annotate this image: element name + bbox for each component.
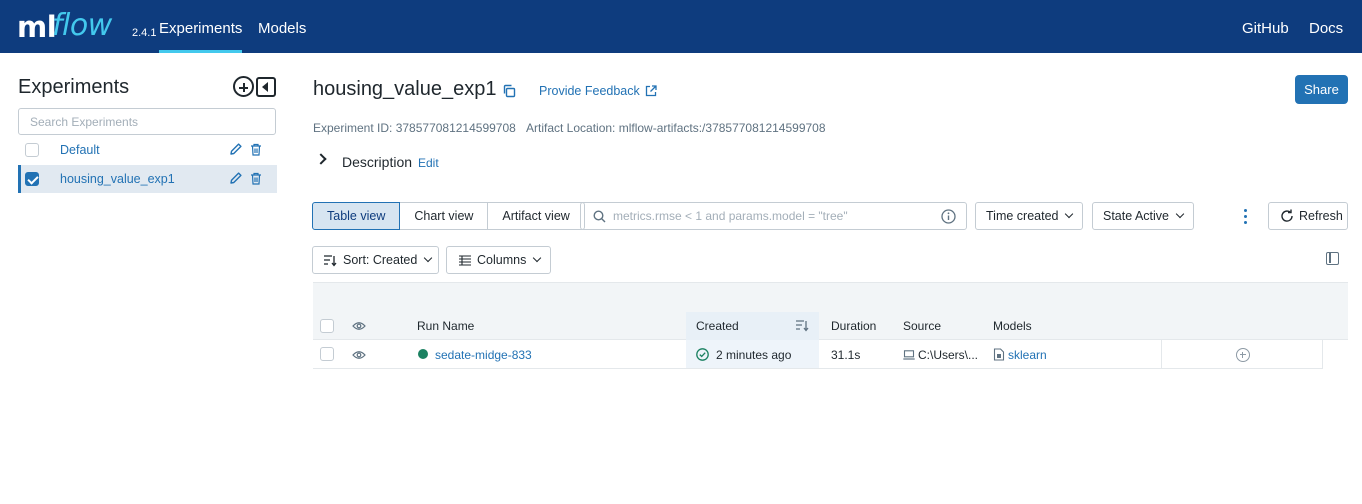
state-dropdown[interactable]: State Active bbox=[1092, 202, 1195, 230]
top-nav-bar: ml flow 2.4.1 Experiments Models GitHub … bbox=[0, 0, 1362, 53]
logo-ml-text: ml bbox=[17, 10, 57, 44]
sidebar-title: Experiments bbox=[18, 76, 130, 98]
info-icon[interactable] bbox=[941, 209, 956, 224]
sort-dropdown[interactable]: Sort: Created bbox=[312, 246, 439, 274]
laptop-icon bbox=[903, 350, 915, 360]
column-divider bbox=[1322, 340, 1323, 369]
description-edit-link[interactable]: Edit bbox=[418, 156, 439, 170]
model-icon bbox=[993, 348, 1005, 361]
sidebar-actions bbox=[233, 76, 276, 98]
refresh-icon bbox=[1281, 209, 1293, 222]
chevron-down-icon bbox=[1175, 209, 1185, 219]
chevron-down-icon bbox=[424, 253, 433, 263]
sort-label: Sort: Created bbox=[343, 253, 418, 267]
description-toggle[interactable]: Description bbox=[342, 154, 412, 170]
table-group-header bbox=[313, 282, 1348, 312]
search-experiments-input[interactable] bbox=[18, 108, 276, 135]
runs-search-box bbox=[580, 202, 967, 230]
feedback-label[interactable]: Provide Feedback bbox=[539, 84, 640, 98]
header-models[interactable]: Models bbox=[993, 319, 1032, 333]
experiment-item-default[interactable]: Default bbox=[18, 136, 277, 164]
experiment-title: housing_value_exp1 bbox=[313, 78, 497, 100]
side-panel-icon[interactable] bbox=[1326, 252, 1339, 265]
chevron-right-icon[interactable] bbox=[315, 153, 327, 165]
eye-icon[interactable] bbox=[352, 321, 366, 331]
column-divider bbox=[1161, 340, 1162, 369]
nav-docs[interactable]: Docs bbox=[1309, 0, 1343, 53]
select-all-checkbox[interactable] bbox=[320, 319, 334, 333]
source-value: C:\Users\... bbox=[918, 348, 979, 362]
search-icon bbox=[593, 210, 606, 223]
run-name-link[interactable]: sedate-midge-833 bbox=[435, 348, 532, 362]
trash-icon[interactable] bbox=[250, 143, 262, 156]
header-created[interactable]: Created bbox=[696, 319, 739, 333]
sort-descending-icon[interactable] bbox=[795, 319, 809, 332]
chevron-down-icon bbox=[533, 253, 542, 263]
tab-chart-view[interactable]: Chart view bbox=[399, 202, 489, 230]
header-run-name[interactable]: Run Name bbox=[417, 319, 474, 333]
create-experiment-icon[interactable] bbox=[233, 76, 254, 97]
experiment-item-housing-value-exp1[interactable]: housing_value_exp1 bbox=[18, 165, 277, 193]
time-created-dropdown[interactable]: Time created bbox=[975, 202, 1084, 230]
collapse-sidebar-icon[interactable] bbox=[256, 77, 276, 97]
tab-artifact-view[interactable]: Artifact view bbox=[487, 202, 585, 230]
time-created-label: Time created bbox=[986, 209, 1059, 223]
tab-table-view[interactable]: Table view bbox=[312, 202, 401, 230]
pencil-icon[interactable] bbox=[229, 171, 243, 185]
experiment-checkbox[interactable] bbox=[25, 143, 39, 157]
external-link-icon bbox=[645, 85, 657, 97]
sort-icon bbox=[324, 255, 337, 267]
run-status-dot bbox=[418, 349, 428, 359]
created-value: 2 minutes ago bbox=[716, 348, 792, 362]
selected-indicator bbox=[18, 165, 21, 193]
pencil-icon[interactable] bbox=[229, 142, 243, 156]
experiment-name[interactable]: Default bbox=[60, 143, 100, 157]
duration-value: 31.1s bbox=[831, 348, 861, 362]
artifact-location: Artifact Location: mlflow-artifacts:/378… bbox=[526, 121, 826, 135]
columns-dropdown[interactable]: Columns bbox=[446, 246, 551, 274]
refresh-label: Refresh bbox=[1299, 209, 1343, 223]
columns-label: Columns bbox=[477, 253, 527, 267]
share-button[interactable]: Share bbox=[1295, 75, 1348, 104]
refresh-button[interactable]: Refresh bbox=[1268, 202, 1348, 230]
copy-icon[interactable] bbox=[502, 84, 516, 98]
logo-flow-text: flow bbox=[52, 8, 112, 43]
chevron-down-icon bbox=[1065, 209, 1074, 219]
add-column-icon[interactable] bbox=[1236, 348, 1250, 362]
state-label: State Active bbox=[1103, 209, 1170, 223]
experiment-checkbox[interactable] bbox=[25, 172, 39, 186]
eye-icon[interactable] bbox=[352, 350, 366, 360]
view-switcher: Table view Chart view Artifact view bbox=[312, 202, 585, 230]
experiment-id: Experiment ID: 378577081214599708 bbox=[313, 121, 516, 135]
trash-icon[interactable] bbox=[250, 172, 262, 185]
header-source[interactable]: Source bbox=[903, 319, 941, 333]
check-circle-icon bbox=[696, 348, 709, 361]
provide-feedback-link[interactable]: Provide Feedback bbox=[539, 84, 657, 98]
nav-experiments[interactable]: Experiments bbox=[159, 0, 243, 53]
experiment-name[interactable]: housing_value_exp1 bbox=[60, 172, 175, 186]
header-duration[interactable]: Duration bbox=[831, 319, 876, 333]
nav-models[interactable]: Models bbox=[258, 0, 306, 53]
nav-github[interactable]: GitHub bbox=[1242, 0, 1289, 53]
runs-search-input[interactable] bbox=[613, 207, 933, 225]
columns-icon bbox=[459, 255, 471, 266]
more-options-icon[interactable] bbox=[1244, 209, 1247, 224]
row-checkbox[interactable] bbox=[320, 347, 334, 361]
version-label: 2.4.1 bbox=[132, 27, 157, 39]
model-link[interactable]: sklearn bbox=[1008, 348, 1047, 362]
